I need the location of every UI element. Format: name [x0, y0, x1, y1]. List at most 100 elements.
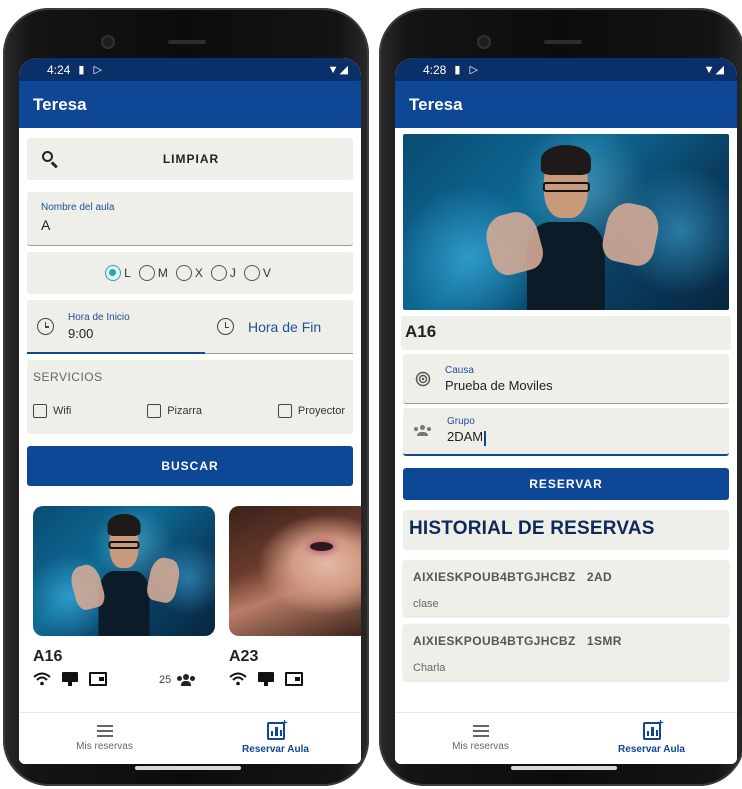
person-illustration — [526, 144, 606, 310]
room-name-value: A — [41, 217, 51, 233]
time-row: Hora de Inicio 9:00 Hora de Fin — [27, 300, 353, 354]
radio-selected-icon[interactable] — [105, 265, 122, 281]
screen-reservation: 4:28 ▮ ▷ ▼◢ Teresa A16 Causa Prueba de M… — [395, 58, 737, 764]
history-header: HISTORIAL DE RESERVAS — [403, 510, 729, 550]
cause-value: Prueba de Moviles — [445, 377, 553, 393]
bottom-navigation: Mis reservas + Reservar Aula — [395, 712, 737, 764]
day-selector: L M X J V — [27, 252, 353, 294]
history-item[interactable]: AIXIESKPOUB4BTGJHCBZ 1SMR Charla — [403, 624, 729, 680]
clock-icon — [37, 317, 54, 335]
reservation-code: AIXIESKPOUB4BTGJHCBZ — [413, 570, 576, 584]
results-carousel[interactable]: A16 A23 25 — [19, 496, 361, 708]
list-icon — [96, 725, 113, 737]
notification-icons: ▮ ▷ — [78, 64, 105, 76]
earpiece-speaker — [168, 40, 206, 44]
status-bar: 4:28 ▮ ▷ ▼◢ — [395, 58, 737, 81]
phone-left: 4:24 ▮ ▷ ▼◢ Teresa LIMPIAR Nombre del au… — [3, 8, 369, 786]
room-name-field[interactable]: Nombre del aula A — [27, 192, 353, 246]
phone-right: 4:28 ▮ ▷ ▼◢ Teresa A16 Causa Prueba de M… — [379, 8, 742, 786]
room-hero-photo — [403, 134, 729, 310]
day-option-v[interactable]: V — [243, 265, 271, 281]
status-time: 4:24 — [47, 62, 71, 77]
front-camera — [477, 35, 491, 49]
amenities-a23 — [229, 672, 303, 686]
room-title-bar: A16 — [401, 316, 731, 350]
earpiece-speaker — [544, 40, 582, 44]
radio-icon[interactable] — [210, 265, 227, 281]
app-title: Teresa — [33, 94, 87, 114]
signal-battery-icon: ▼◢ — [703, 64, 725, 76]
reservation-code: AIXIESKPOUB4BTGJHCBZ — [413, 634, 576, 648]
search-icon[interactable] — [41, 150, 59, 169]
radio-icon[interactable] — [243, 265, 260, 281]
group-value: 2DAM — [447, 429, 484, 445]
whiteboard-icon — [89, 672, 107, 686]
room-name-a16: A16 — [33, 648, 63, 665]
history-item[interactable]: AIXIESKPOUB4BTGJHCBZ 2AD clase — [403, 560, 729, 616]
radio-icon[interactable] — [138, 265, 155, 281]
text-cursor — [484, 430, 486, 446]
reservation-description: clase — [413, 598, 439, 610]
room-title: A16 — [405, 322, 437, 341]
day-option-l[interactable]: L — [105, 265, 131, 281]
add-chart-icon: + — [642, 718, 664, 740]
services-card: SERVICIOS Wifi Pizarra Proyector — [27, 360, 353, 434]
home-indicator[interactable] — [511, 766, 617, 770]
service-proyector-checkbox[interactable]: Proyector — [277, 404, 345, 418]
home-indicator[interactable] — [135, 766, 241, 770]
services-title: SERVICIOS — [33, 370, 103, 384]
reservation-group: 1SMR — [586, 634, 622, 648]
clock-icon — [217, 318, 234, 335]
service-pizarra-checkbox[interactable]: Pizarra — [147, 404, 202, 418]
search-clear-row: LIMPIAR — [27, 138, 353, 180]
signal-battery-icon: ▼◢ — [327, 64, 349, 76]
end-time-placeholder: Hora de Fin — [248, 318, 322, 335]
status-time: 4:28 — [423, 62, 447, 77]
capacity-value: 25 — [159, 674, 172, 686]
monitor-icon — [257, 672, 275, 686]
day-option-x[interactable]: X — [175, 265, 203, 281]
clear-button[interactable]: LIMPIAR — [163, 152, 219, 166]
cause-label: Causa — [445, 364, 474, 376]
service-wifi-checkbox[interactable]: Wifi — [33, 404, 71, 418]
eye-detail — [310, 542, 333, 552]
front-camera — [101, 35, 115, 49]
room-photo-a16[interactable] — [33, 506, 215, 636]
checkbox-icon[interactable] — [33, 404, 47, 418]
reserve-button[interactable]: RESERVAR — [403, 468, 729, 500]
search-button[interactable]: BUSCAR — [27, 446, 353, 486]
screen-search: 4:24 ▮ ▷ ▼◢ Teresa LIMPIAR Nombre del au… — [19, 58, 361, 764]
app-bar: Teresa — [395, 81, 737, 128]
checkbox-icon[interactable] — [147, 404, 162, 418]
people-icon — [176, 674, 196, 686]
bottom-navigation: Mis reservas + Reservar Aula — [19, 712, 361, 764]
room-name-a23: A23 — [229, 648, 259, 665]
app-title: Teresa — [409, 94, 463, 114]
checkbox-icon[interactable] — [277, 404, 292, 418]
nav-reserve-room[interactable]: + Reservar Aula — [190, 713, 361, 764]
start-time-field[interactable]: Hora de Inicio 9:00 — [27, 300, 205, 354]
search-content: LIMPIAR Nombre del aula A L M X J V Hora… — [19, 128, 361, 712]
add-chart-icon: + — [266, 718, 288, 740]
reservation-group: 2AD — [586, 570, 613, 584]
whiteboard-icon — [285, 672, 303, 686]
group-field[interactable]: Grupo 2DAM — [403, 408, 729, 456]
nav-my-reservations[interactable]: Mis reservas — [395, 713, 566, 764]
nav-reserve-room[interactable]: + Reservar Aula — [566, 713, 737, 764]
day-option-m[interactable]: M — [138, 265, 168, 281]
start-time-value: 9:00 — [68, 325, 94, 341]
day-option-j[interactable]: J — [210, 265, 236, 281]
status-bar: 4:24 ▮ ▷ ▼◢ — [19, 58, 361, 81]
room-name-label: Nombre del aula — [41, 202, 115, 213]
broadcast-icon — [415, 371, 431, 387]
reservation-description: Charla — [413, 662, 446, 674]
end-time-field[interactable]: Hora de Fin — [205, 300, 353, 354]
capacity-a16: 25 — [159, 674, 196, 686]
radio-icon[interactable] — [175, 265, 192, 281]
group-label: Grupo — [447, 416, 475, 428]
app-bar: Teresa — [19, 81, 361, 128]
nav-my-reservations[interactable]: Mis reservas — [19, 713, 190, 764]
cause-field[interactable]: Causa Prueba de Moviles — [403, 354, 729, 404]
notification-icons: ▮ ▷ — [454, 64, 481, 76]
room-photo-a23[interactable] — [229, 506, 361, 636]
